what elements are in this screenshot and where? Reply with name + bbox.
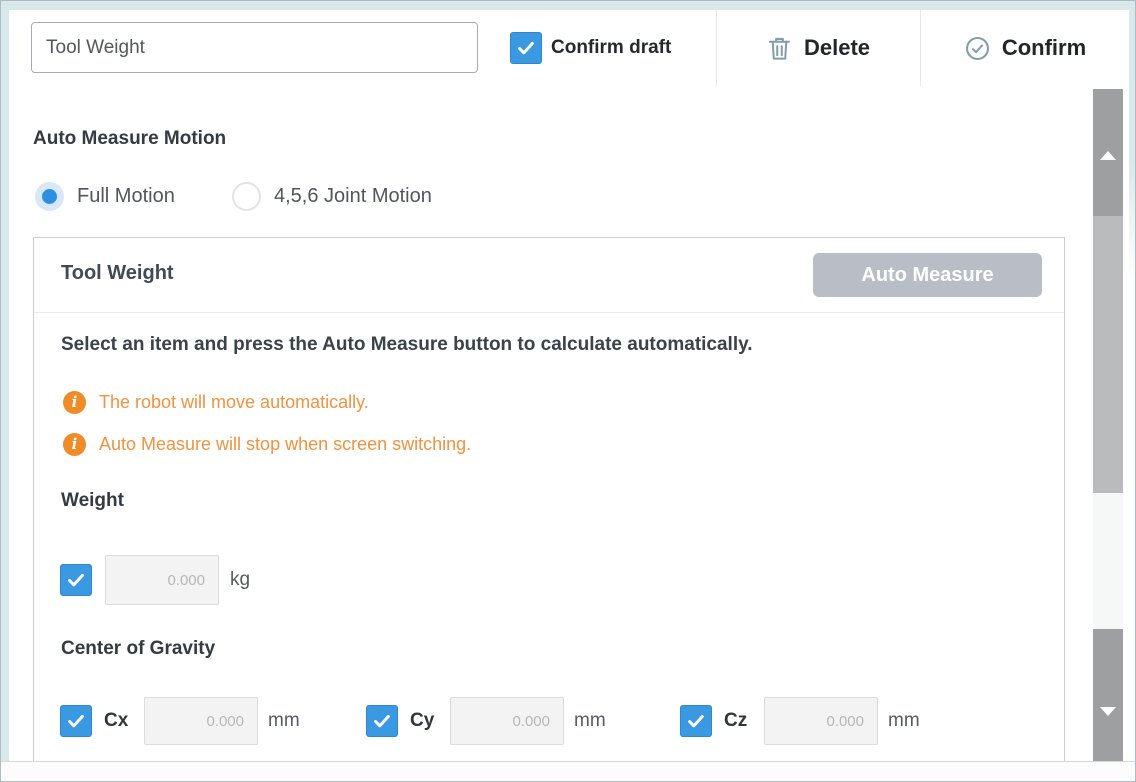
weight-heading: Weight [61,490,124,512]
notice-robot-moves: i The robot will move automatically. [63,391,369,414]
top-toolbar: Confirm draft Delete Confirm [9,10,1129,87]
confirm-draft-checkbox[interactable] [510,32,542,64]
cy-checkbox[interactable] [366,705,398,737]
tool-weight-panel: Tool Weight Auto Measure Select an item … [33,237,1065,764]
center-of-gravity-heading: Center of Gravity [61,638,215,660]
weight-checkbox[interactable] [60,564,92,596]
checkmark-icon [371,710,393,732]
tool-name-input[interactable] [31,22,478,73]
scroll-up-button[interactable] [1093,89,1123,216]
cz-label: Cz [724,710,752,732]
instruction-text: Select an item and press the Auto Measur… [61,334,753,356]
vertical-scrollbar[interactable] [1093,89,1123,764]
notice-text: Auto Measure will stop when screen switc… [99,434,471,455]
main-content: Auto Measure Motion Full Motion 4,5,6 Jo… [9,86,1129,763]
cx-checkbox[interactable] [60,705,92,737]
radio-dot [42,189,57,204]
cx-input[interactable] [144,697,258,745]
scroll-down-button[interactable] [1093,629,1123,764]
delete-button-label: Delete [804,35,870,61]
panel-header: Tool Weight Auto Measure [34,238,1064,313]
weight-unit-label: kg [230,569,250,591]
scrollbar-thumb[interactable] [1093,216,1123,493]
cog-cy-row: Cy mm [366,697,606,745]
bottom-margin-strip [1,761,1135,781]
triangle-down-icon [1100,707,1116,716]
cog-cx-row: Cx mm [60,697,300,745]
radio-unselected-icon[interactable] [232,182,261,211]
checkmark-icon [65,710,87,732]
cx-unit-label: mm [268,710,300,732]
radio-456-joint-motion[interactable]: 4,5,6 Joint Motion [232,182,432,211]
cx-label: Cx [104,710,132,732]
weight-input[interactable] [105,555,219,605]
panel-title: Tool Weight [61,262,174,285]
auto-measure-button[interactable]: Auto Measure [813,253,1042,297]
confirm-button[interactable]: Confirm [921,10,1129,86]
cz-unit-label: mm [888,710,920,732]
notice-text: The robot will move automatically. [99,392,369,413]
checkmark-icon [65,569,87,591]
radio-full-motion[interactable]: Full Motion [35,182,175,211]
cz-checkbox[interactable] [680,705,712,737]
cz-input[interactable] [764,697,878,745]
checkmark-icon [515,37,537,59]
cy-label: Cy [410,710,438,732]
radio-full-motion-label: Full Motion [77,185,175,208]
radio-456-joint-motion-label: 4,5,6 Joint Motion [274,185,432,208]
check-circle-icon [964,35,991,62]
notice-screen-switching: i Auto Measure will stop when screen swi… [63,433,471,456]
cy-unit-label: mm [574,710,606,732]
checkmark-icon [685,710,707,732]
confirm-draft-control[interactable]: Confirm draft [510,32,671,64]
weight-field-row: kg [60,555,250,605]
auto-measure-motion-title: Auto Measure Motion [33,128,226,150]
cog-cz-row: Cz mm [680,697,920,745]
delete-button[interactable]: Delete [717,10,919,86]
cy-input[interactable] [450,697,564,745]
triangle-up-icon [1100,151,1116,160]
info-icon: i [63,433,86,456]
confirm-draft-label: Confirm draft [551,37,671,59]
info-icon: i [63,391,86,414]
trash-icon [766,35,793,62]
radio-selected-icon[interactable] [35,182,64,211]
tool-weight-settings-window: Confirm draft Delete Confirm Auto Measur… [0,0,1136,782]
scrollbar-track[interactable] [1093,493,1123,629]
confirm-button-label: Confirm [1002,35,1086,61]
